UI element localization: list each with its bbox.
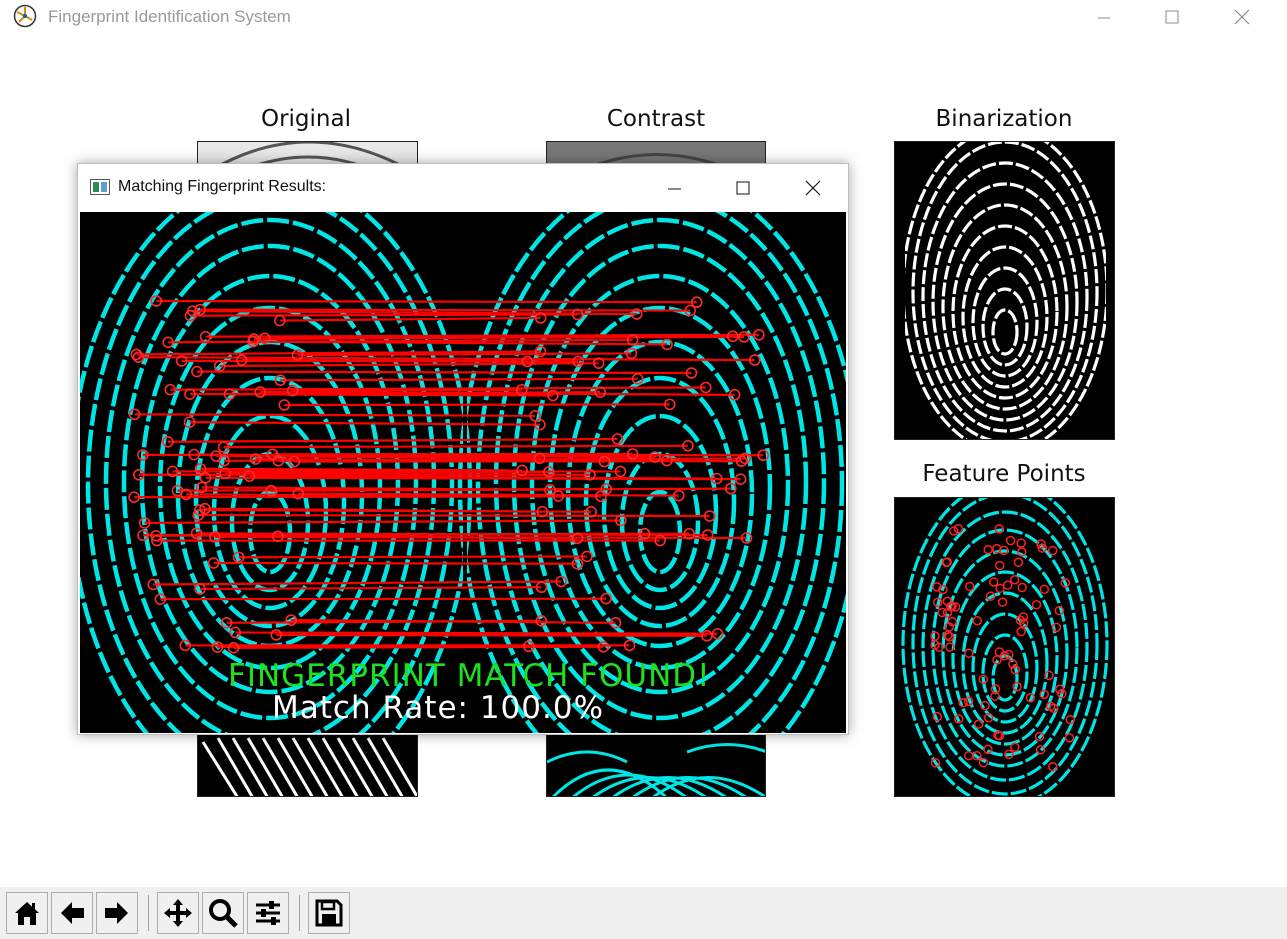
match-line bbox=[153, 580, 562, 586]
feature-point-marker bbox=[1065, 714, 1075, 725]
feature-point-marker bbox=[1009, 574, 1020, 585]
match-line bbox=[241, 358, 579, 363]
matching-results-dialog: Matching Fingerprint Results: FINGERPRIN… bbox=[77, 163, 849, 735]
feature-point-marker bbox=[1016, 538, 1026, 548]
match-status-text: FINGERPRINT MATCH FOUND! bbox=[228, 658, 711, 694]
maximize-button[interactable] bbox=[1149, 0, 1195, 34]
match-line bbox=[284, 403, 670, 407]
match-line bbox=[196, 370, 692, 375]
home-button[interactable] bbox=[6, 892, 48, 934]
match-line bbox=[213, 561, 578, 565]
dialog-title-bar: Matching Fingerprint Results: bbox=[78, 164, 848, 211]
feature-point-marker bbox=[1047, 545, 1058, 556]
configure-subplots-button[interactable] bbox=[247, 892, 289, 934]
home-icon bbox=[15, 902, 39, 925]
feature-point-marker bbox=[1031, 600, 1042, 610]
match-line bbox=[279, 316, 541, 322]
contrast-title: Contrast bbox=[606, 106, 706, 132]
match-line bbox=[138, 356, 755, 362]
match-line bbox=[144, 519, 621, 524]
feature-point-marker bbox=[1017, 582, 1027, 593]
match-line bbox=[190, 313, 578, 317]
toolbar-separator bbox=[299, 895, 300, 931]
dialog-maximize-button[interactable] bbox=[720, 164, 766, 211]
feature-point-marker bbox=[995, 583, 1005, 594]
maximize-icon bbox=[736, 181, 750, 194]
match-line bbox=[214, 535, 747, 540]
back-icon bbox=[61, 902, 84, 924]
feature-point-marker bbox=[995, 560, 1005, 571]
dialog-title: Matching Fingerprint Results: bbox=[118, 178, 327, 195]
match-line bbox=[134, 413, 536, 417]
match-line bbox=[280, 377, 638, 382]
save-icon bbox=[315, 899, 343, 927]
dialog-app-icon bbox=[90, 179, 110, 195]
match-rate-text: Match Rate: 100.0% bbox=[272, 690, 605, 726]
feature-point-marker bbox=[988, 577, 999, 587]
match-line bbox=[219, 362, 599, 368]
minimize-icon bbox=[668, 188, 681, 189]
feature-point-marker bbox=[1010, 742, 1020, 753]
back-button[interactable] bbox=[51, 892, 93, 934]
pan-icon bbox=[164, 899, 192, 927]
match-line bbox=[200, 467, 523, 472]
match-line bbox=[292, 388, 522, 392]
match-line bbox=[233, 645, 604, 649]
feature-point-marker bbox=[972, 615, 982, 626]
close-icon bbox=[1234, 9, 1250, 25]
match-line bbox=[229, 393, 553, 397]
plot-toolbar bbox=[0, 887, 1287, 939]
minimize-icon bbox=[1098, 17, 1110, 19]
zoom-button[interactable] bbox=[202, 892, 244, 934]
feature-point-marker bbox=[1002, 580, 1013, 591]
match-result-image: FINGERPRINT MATCH FOUND! Match Rate: 100… bbox=[80, 212, 846, 733]
match-line bbox=[205, 476, 741, 481]
feature-point-marker bbox=[1005, 535, 1016, 546]
match-line bbox=[192, 310, 637, 316]
feature-points-image bbox=[894, 497, 1115, 797]
forward-button[interactable] bbox=[96, 892, 138, 934]
feature-point-marker bbox=[964, 581, 975, 592]
feature-point-marker bbox=[1064, 733, 1075, 743]
match-line bbox=[253, 340, 668, 346]
match-line bbox=[134, 495, 601, 499]
feature-point-marker bbox=[1048, 762, 1058, 772]
match-line bbox=[276, 633, 707, 637]
match-line bbox=[223, 444, 688, 449]
match-line bbox=[156, 299, 697, 304]
app-icon bbox=[13, 4, 37, 28]
feature-point-marker bbox=[963, 750, 974, 761]
feature-point-marker bbox=[964, 648, 974, 659]
close-icon bbox=[805, 180, 821, 195]
configure-icon bbox=[256, 901, 280, 925]
save-button[interactable] bbox=[308, 892, 350, 934]
dialog-minimize-button[interactable] bbox=[651, 164, 697, 211]
original-title: Original bbox=[260, 106, 351, 132]
binarization-title: Binarization bbox=[935, 106, 1073, 132]
match-line bbox=[238, 555, 587, 559]
match-line bbox=[198, 513, 710, 518]
feature-point-marker bbox=[1039, 584, 1050, 595]
pan-button[interactable] bbox=[157, 892, 199, 934]
feature-point-marker bbox=[983, 544, 993, 555]
feature-point-marker bbox=[973, 719, 984, 729]
feature-point-marker bbox=[1013, 557, 1024, 568]
close-button[interactable] bbox=[1219, 0, 1265, 34]
feature-point-marker bbox=[1016, 626, 1026, 637]
feature-point-marker bbox=[997, 597, 1008, 607]
toolbar-separator bbox=[148, 895, 149, 931]
main-title-bar: Fingerprint Identification System bbox=[0, 0, 1287, 34]
match-line bbox=[200, 308, 691, 312]
minimize-button[interactable] bbox=[1081, 0, 1127, 34]
match-line bbox=[189, 421, 540, 426]
dialog-close-button[interactable] bbox=[790, 164, 836, 211]
zoom-icon bbox=[209, 899, 238, 928]
maximize-icon bbox=[1165, 10, 1179, 24]
binarization-image bbox=[894, 141, 1115, 440]
window-title: Fingerprint Identification System bbox=[48, 7, 291, 26]
feature-points-title: Feature Points bbox=[922, 461, 1086, 487]
match-line bbox=[235, 631, 718, 635]
forward-icon bbox=[105, 902, 128, 924]
